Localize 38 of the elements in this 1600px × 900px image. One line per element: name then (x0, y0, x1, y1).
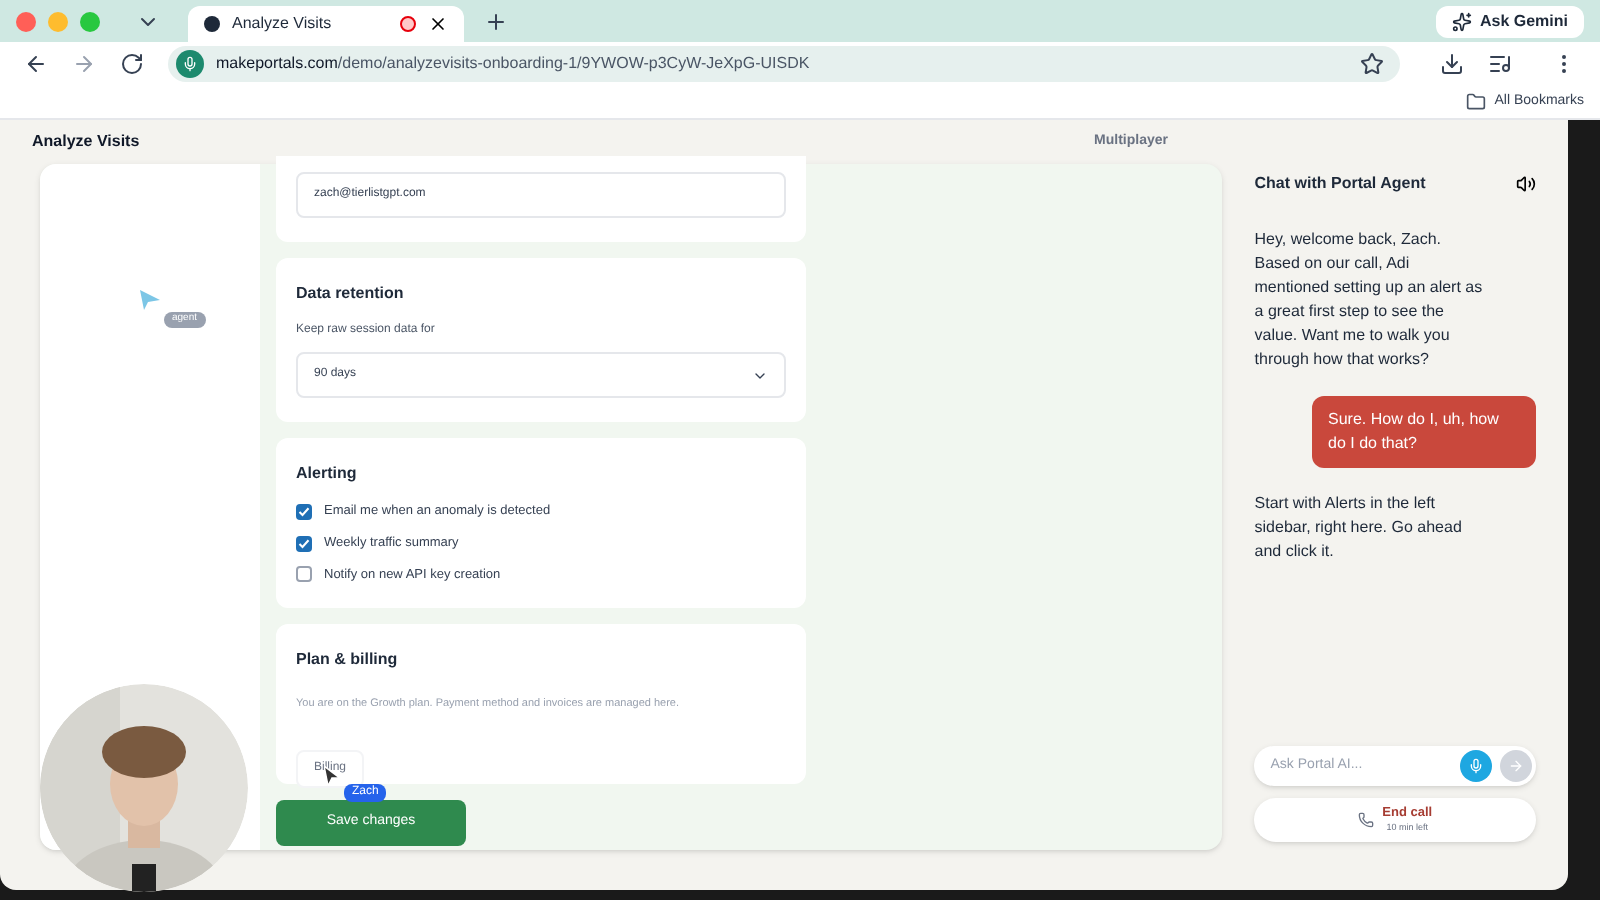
address-bar[interactable]: makeportals.com/demo/analyzevisits-onboarding-1/9YWOW-p3CyW-JeXpG-UISDK (168, 46, 1400, 82)
agent-message: Hey, welcome back, Zach. Based on our call, Adi mentioned setting up an alert as a great first step to see the value. Want me to walk you through how that works? (1254, 228, 1485, 372)
reload-icon[interactable] (120, 52, 144, 76)
folder-icon (1466, 92, 1487, 112)
tab-title: Analyze Visits (232, 12, 334, 36)
close-tab-icon[interactable] (428, 14, 448, 34)
checkbox[interactable] (296, 503, 312, 520)
checkbox[interactable] (296, 566, 312, 583)
recording-icon (400, 16, 416, 32)
zoom-window-icon (80, 11, 100, 31)
agent-cursor-icon (140, 290, 160, 310)
section-title: Data retention (296, 282, 406, 306)
site-icon (204, 16, 220, 32)
forward-icon[interactable] (72, 52, 96, 76)
sparkle-icon (1451, 11, 1472, 31)
downloads-icon[interactable] (1440, 52, 1464, 76)
mic-button[interactable] (1460, 750, 1492, 782)
back-icon[interactable] (24, 52, 48, 76)
ask-gemini-button[interactable]: Ask Gemini (1435, 5, 1584, 37)
minimize-window-icon (48, 11, 68, 31)
arrow-right-icon (1508, 758, 1524, 774)
agent-message: Start with Alerts in the left sidebar, right here. Go ahead and click it. (1254, 492, 1464, 564)
section-title: Plan & billing (296, 648, 400, 673)
checkbox[interactable] (296, 535, 312, 552)
phone-icon (1358, 812, 1375, 828)
mic-icon (1468, 758, 1484, 774)
mic-icon (176, 50, 204, 78)
user-message: Sure. How do I, uh, how do I do that? (1312, 396, 1536, 468)
close-window-icon (16, 11, 36, 31)
new-tab-icon[interactable] (484, 9, 508, 33)
url-text: makeportals.com/demo/analyzevisits-onboarding-1/9YWOW-p3CyW-JeXpG-UISDK (216, 52, 812, 76)
bookmark-star-icon[interactable] (1360, 52, 1384, 76)
section-title: Alerting (296, 462, 359, 486)
media-icon[interactable] (1488, 52, 1512, 76)
chat-title: Chat with Portal Agent (1254, 172, 1426, 196)
browser-tab[interactable]: Analyze Visits (188, 6, 464, 42)
app-title: Analyze Visits (32, 130, 140, 154)
speaker-icon[interactable] (1516, 174, 1536, 194)
